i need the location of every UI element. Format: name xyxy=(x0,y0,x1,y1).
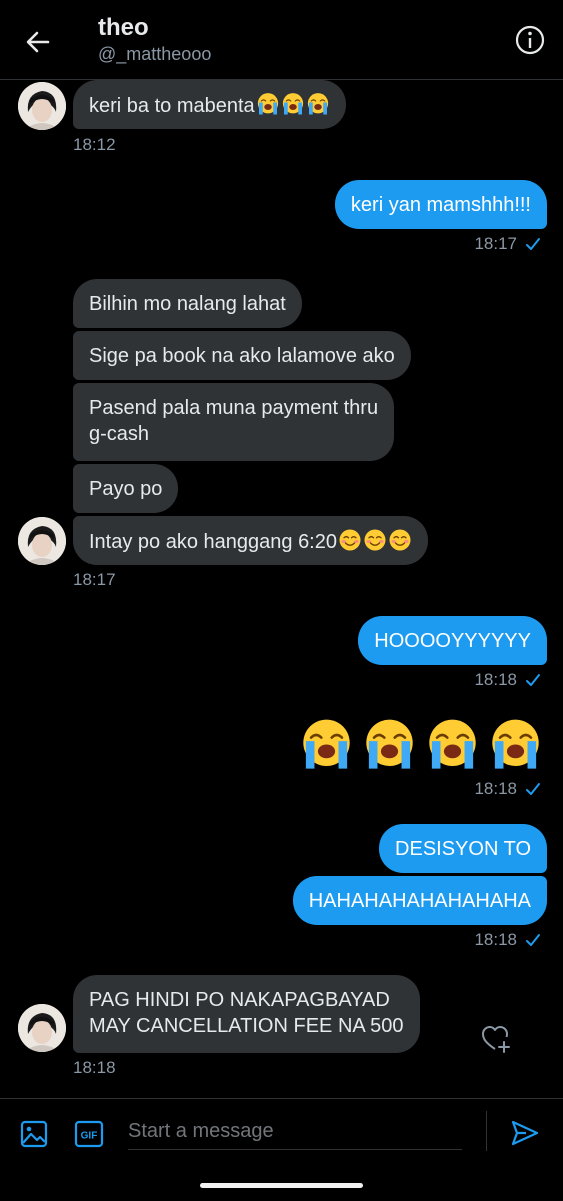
crying-face-emoji xyxy=(281,92,305,116)
image-icon[interactable] xyxy=(19,1119,49,1149)
message-text: Intay po ako hanggang 6:20 xyxy=(89,531,337,553)
smiling-face-emoji xyxy=(363,528,387,552)
message-text: Bilhin mo nalang lahat xyxy=(89,293,286,315)
message-timestamp: 18:17 xyxy=(474,234,517,253)
divider xyxy=(486,1111,487,1151)
message-text: keri yan mamshhh!!! xyxy=(350,194,531,216)
crying-face-emoji xyxy=(362,717,417,772)
message-status: 18:18 xyxy=(474,779,541,799)
message-status: 18:17 xyxy=(474,234,541,254)
message-text: keri ba to mabenta xyxy=(89,95,255,117)
message-timestamp: 18:18 xyxy=(474,779,517,798)
crying-face-emoji xyxy=(299,717,354,772)
message-bubble-outgoing[interactable]: DESISYON TO xyxy=(379,824,547,873)
avatar[interactable] xyxy=(18,517,66,565)
smiling-face-emoji xyxy=(388,528,412,552)
message-bubble-incoming[interactable]: Bilhin mo nalang lahat xyxy=(73,279,302,328)
gif-label: GIF xyxy=(81,1131,98,1142)
message-text: HOOOOYYYYYY xyxy=(374,630,531,652)
avatar[interactable] xyxy=(18,82,66,130)
home-indicator xyxy=(200,1183,363,1188)
message-bubble-outgoing[interactable]: keri yan mamshhh!!! xyxy=(334,180,547,229)
smiling-face-emoji xyxy=(338,528,362,552)
crying-face-emoji xyxy=(425,717,480,772)
message-text-line: g-cash xyxy=(89,423,150,445)
info-icon[interactable] xyxy=(514,24,546,56)
conversation-handle[interactable]: @_mattheooo xyxy=(98,44,211,65)
message-timestamp: 18:18 xyxy=(474,670,517,689)
message-text-line: Pasend pala muna payment thru xyxy=(89,397,379,419)
message-status: 18:18 xyxy=(474,670,541,690)
message-bubble-outgoing[interactable]: HAHAHAHAHAHAHAHA xyxy=(292,876,547,925)
heart-plus-icon[interactable] xyxy=(480,1022,512,1054)
message-text-line: MAY CANCELLATION FEE NA 500 xyxy=(89,1015,404,1037)
message-text: DESISYON TO xyxy=(395,838,531,860)
message-bubble-incoming[interactable]: Payo po xyxy=(73,464,179,513)
message-text: HAHAHAHAHAHAHAHA xyxy=(308,890,531,912)
message-bubble-incoming[interactable]: Intay po ako hanggang 6:20 xyxy=(73,516,428,565)
message-text: Sige pa book na ako lalamove ako xyxy=(89,345,395,367)
message-bubble-outgoing[interactable]: HOOOOYYYYYY xyxy=(358,616,547,665)
message-composer: GIF xyxy=(0,1098,563,1201)
message-text: Payo po xyxy=(89,478,163,500)
conversation-title[interactable]: theo xyxy=(98,14,149,42)
read-check-icon xyxy=(525,932,541,948)
read-check-icon xyxy=(525,236,541,252)
crying-face-emoji xyxy=(256,92,280,116)
message-timestamp: 18:17 xyxy=(73,570,116,589)
message-status: 18:18 xyxy=(474,930,541,950)
back-arrow-icon[interactable] xyxy=(22,26,54,58)
message-bubble-incoming[interactable]: keri ba to mabenta xyxy=(73,80,346,129)
message-timestamp: 18:18 xyxy=(474,930,517,949)
crying-face-emoji xyxy=(306,92,330,116)
message-text-line: PAG HINDI PO NAKAPAGBAYAD xyxy=(89,989,390,1011)
gif-icon[interactable]: GIF xyxy=(74,1119,104,1149)
read-check-icon xyxy=(525,781,541,797)
message-bubble-incoming[interactable]: Sige pa book na ako lalamove ako xyxy=(73,331,411,380)
crying-face-emoji xyxy=(488,717,543,772)
message-timestamp: 18:18 xyxy=(73,1058,116,1077)
message-bubble-incoming[interactable]: Pasend pala muna payment thru g-cash xyxy=(73,383,395,461)
message-bubble-incoming[interactable]: PAG HINDI PO NAKAPAGBAYAD MAY CANCELLATI… xyxy=(73,975,420,1053)
read-check-icon xyxy=(525,672,541,688)
emoji-only-message[interactable] xyxy=(299,717,543,772)
conversation-header: theo @_mattheooo xyxy=(0,0,563,80)
message-input[interactable] xyxy=(128,1113,462,1150)
message-timestamp: 18:12 xyxy=(73,135,116,154)
send-icon[interactable] xyxy=(509,1117,541,1149)
avatar[interactable] xyxy=(18,1004,66,1052)
